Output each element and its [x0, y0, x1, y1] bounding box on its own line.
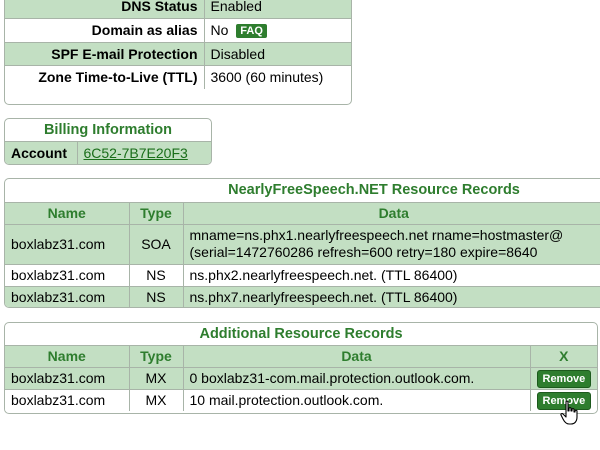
record-data: ns.phx7.nearlyfreespeech.net. (TTL 86400… — [189, 289, 458, 306]
dns-status-value: Enabled — [204, 0, 351, 19]
ttl-value: 3600 (60 minutes) — [210, 69, 324, 86]
remove-cell: Remove — [530, 367, 597, 390]
col-header-data: Data — [183, 202, 600, 225]
record-data: ns.phx2.nearlyfreespeech.net. (TTL 86400… — [183, 264, 600, 287]
record-data-line-2: (serial=1472760286 refresh=600 retry=180… — [189, 244, 538, 260]
col-header-type: Type — [129, 202, 184, 225]
account-label: Account — [5, 141, 78, 164]
record-data: mname=ns.phx1.nearlyfreespeech.net rname… — [183, 224, 600, 265]
additional-records-panel: Additional Resource Records Name Type Da… — [4, 322, 598, 414]
billing-table: Billing Information Account 6C52-7B7E20F… — [5, 119, 211, 164]
settings-row-ttl: Zone Time-to-Live (TTL) 3600 (60 minutes… — [5, 65, 351, 89]
ttl-label: Zone Time-to-Live (TTL) — [5, 65, 205, 89]
table-row: boxlabz31.com MX 10 mail.protection.outl… — [5, 389, 597, 411]
additional-records-table: Additional Resource Records Name Type Da… — [5, 323, 597, 411]
col-header-remove: X — [530, 345, 597, 368]
additional-records-title: Additional Resource Records — [5, 323, 597, 346]
billing-panel: Billing Information Account 6C52-7B7E20F… — [4, 118, 212, 165]
resource-records-panel: NearlyFreeSpeech.NET Resource Records Na… — [4, 178, 600, 308]
domain-alias-label: Domain as alias — [5, 18, 205, 43]
col-header-name: Name — [5, 202, 130, 225]
record-name: boxlabz31.com — [5, 367, 130, 390]
record-name: boxlabz31.com — [5, 264, 130, 287]
col-header-data: Data — [183, 345, 531, 368]
domain-settings-panel: DNS Status Enabled Domain as alias No FA… — [4, 0, 352, 105]
resource-records-table: NearlyFreeSpeech.NET Resource Records Na… — [5, 179, 600, 307]
spf-value: Disabled — [204, 42, 351, 66]
resource-records-title: NearlyFreeSpeech.NET Resource Records — [5, 179, 600, 203]
table-row: boxlabz31.com NS ns.phx2.nearlyfreespeec… — [5, 264, 600, 287]
record-name: boxlabz31.com — [5, 286, 130, 307]
domain-settings-table: DNS Status Enabled Domain as alias No FA… — [5, 0, 351, 89]
domain-alias-cell: No FAQ — [204, 18, 351, 43]
domain-alias-value: No — [210, 22, 229, 38]
settings-row-spf: SPF E-mail Protection Disabled — [5, 42, 351, 66]
table-row: boxlabz31.com SOA mname=ns.phx1.nearlyfr… — [5, 224, 600, 265]
record-type: SOA — [129, 224, 184, 265]
record-name: boxlabz31.com — [5, 224, 130, 265]
spf-label: SPF E-mail Protection — [5, 42, 205, 66]
record-data-line-1: mname=ns.phx1.nearlyfreespeech.net rname… — [189, 227, 564, 243]
record-type: MX — [129, 367, 184, 390]
settings-row-domain-alias: Domain as alias No FAQ — [5, 18, 351, 43]
remove-button[interactable]: Remove — [536, 369, 592, 388]
dns-status-label: DNS Status — [5, 0, 205, 19]
record-type: NS — [129, 286, 184, 307]
faq-link[interactable]: FAQ — [236, 24, 267, 38]
table-row: boxlabz31.com NS ns.phx7.nearlyfreespeec… — [5, 286, 600, 307]
col-header-type: Type — [129, 345, 184, 368]
record-data: 0 boxlabz31-com.mail.protection.outlook.… — [183, 367, 531, 390]
hand-cursor-icon — [560, 400, 578, 425]
table-row: boxlabz31.com MX 0 boxlabz31-com.mail.pr… — [5, 367, 597, 390]
settings-row-dns-status: DNS Status Enabled — [5, 0, 351, 19]
col-header-name: Name — [5, 345, 130, 368]
billing-title: Billing Information — [5, 119, 211, 142]
account-link[interactable]: 6C52-7B7E20F3 — [84, 145, 188, 161]
record-name: boxlabz31.com — [5, 389, 130, 411]
record-type: NS — [129, 264, 184, 287]
record-data: 10 mail.protection.outlook.com. — [183, 389, 531, 411]
account-cell: 6C52-7B7E20F3 — [77, 141, 211, 164]
record-type: MX — [129, 389, 184, 411]
